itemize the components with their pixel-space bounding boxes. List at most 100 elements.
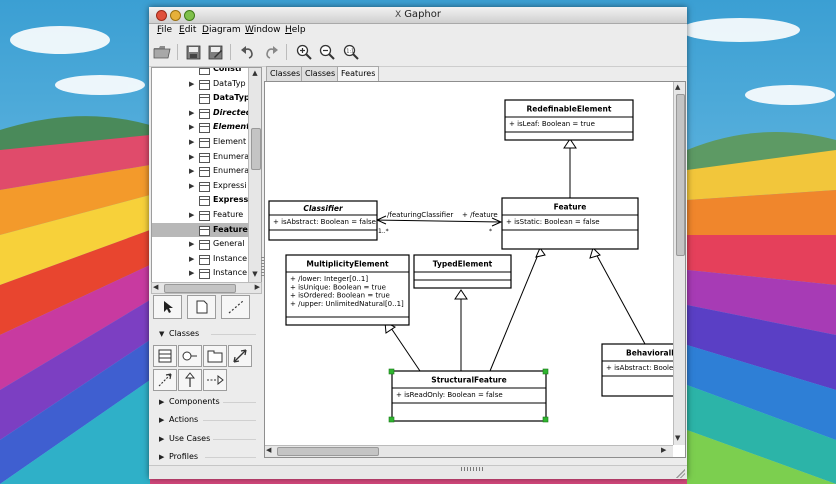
interface-tool[interactable] [178,345,202,367]
generalization-behavioral-feature[interactable] [594,251,646,345]
expander-icon[interactable]: ▶ [189,77,194,91]
tree-item-label: Instance [213,268,248,278]
dependency-tool[interactable] [153,369,177,391]
open-folder-icon[interactable] [152,42,172,62]
class-tool[interactable] [153,345,177,367]
tree-item[interactable]: ▶ Directed [152,106,251,120]
toolbox-section-components[interactable]: ▶ Components [159,397,220,406]
canvas-vertical-scrollbar[interactable]: ▲ ▼ [673,82,685,445]
tab-features[interactable]: Features [337,66,380,81]
tree-item[interactable]: Express [152,193,248,207]
tree-item[interactable]: Feature [152,222,248,237]
toolbar-separator [286,44,287,60]
tree-item[interactable]: ▶ Element [152,135,248,149]
model-tree: Constr ▶ DataTyp DataTyp ▶ Directed ▶ Element ▶ E… [151,67,262,283]
zoom-100-icon[interactable]: 1:1 [341,42,361,62]
pointer-tool[interactable] [153,295,182,319]
association-end1-label: /featuringClassifier [387,211,453,219]
uml-class-name: RedefinableElement [527,105,612,114]
uml-class-structural[interactable]: StructuralFeature + isReadOnly: Boolean =… [391,370,547,422]
tree-item[interactable]: ▶ Enumera [152,150,249,164]
association-tool[interactable] [228,345,252,367]
association-end2-label: + /feature [462,211,498,219]
uml-attribute: + isStatic: Boolean = false [506,218,600,226]
redo-icon[interactable] [261,42,281,62]
menu-bar: File Edit Diagram Window Help [149,24,687,38]
zoom-out-icon[interactable] [317,42,337,62]
undo-icon[interactable] [237,42,257,62]
uml-attribute: + isAbstract: Boolea [606,364,673,372]
uml-class-name: StructuralFeature [431,376,506,385]
expander-icon[interactable]: ▶ [189,164,194,178]
generalization-tool[interactable] [178,369,202,391]
tree-item-label: Express [213,195,249,205]
uml-attribute: + /upper: UnlimitedNatural[0..1] [290,300,404,308]
association-labels: /featuringClassifier + /feature 1..* * [378,211,498,235]
uml-attribute: + isLeaf: Boolean = true [509,120,595,128]
generalization-structural-multiplicity[interactable] [388,324,421,372]
comment-line-tool[interactable] [221,295,250,319]
uml-class-name: BehavioralF [626,349,673,358]
tree-item[interactable]: ▶ Instance [152,266,248,280]
tab-classes-1[interactable]: Classes [266,66,305,81]
diagram-canvas[interactable]: /featuringClassifier + /feature 1..* * R… [264,81,686,458]
tree-item[interactable]: ▶ Instance [152,252,248,266]
tree-item-label: General [213,239,245,249]
tree-item[interactable]: DataTyp [152,91,250,105]
uml-class-multiplicity[interactable]: MultiplicityElement + /lower: Integer[0..… [285,254,410,326]
expander-icon[interactable]: ▶ [189,179,194,193]
status-bar-grip[interactable] [461,467,485,471]
association-line[interactable] [376,219,502,223]
canvas-horizontal-scrollbar[interactable]: ◀ ▶ [265,445,673,457]
menu-edit[interactable]: Edit [179,25,196,35]
expander-icon[interactable]: ▶ [189,150,194,164]
toolbox-section-profiles[interactable]: ▶ Profiles [159,452,198,461]
expander-icon[interactable]: ▶ [189,266,194,280]
menu-diagram[interactable]: Diagram [202,25,241,35]
uml-class-feature[interactable]: Feature + isStatic: Boolean = false [501,197,639,250]
class-icon [199,240,210,251]
expander-icon[interactable]: ▶ [189,135,194,149]
tree-item[interactable]: Constr [152,68,248,76]
tree-item[interactable]: ▶ Element [152,120,250,134]
toolbox-section-actions[interactable]: ▶ Actions [159,415,198,424]
tree-item-label: Element [213,122,250,132]
tab-classes-2[interactable]: Classes [301,66,340,81]
expander-icon[interactable]: ▶ [189,106,194,120]
toolbox: ▼ Classes ▶ Components ▶ Actions ▶ Use Cases… [151,295,260,465]
save-icon[interactable] [183,42,203,62]
menu-file[interactable]: File [157,25,172,35]
class-icon [199,68,210,75]
tree-item[interactable]: ▶ General [152,237,248,251]
save-as-icon[interactable] [205,42,225,62]
uml-class-redefinable[interactable]: RedefinableElement + isLeaf: Boolean = tr… [504,99,634,141]
resize-grip-icon[interactable] [676,469,685,478]
uml-class-classifier[interactable]: Classifier + isAbstract: Boolean = false [268,200,378,241]
class-icon [199,196,210,207]
menu-help[interactable]: Help [285,25,306,35]
tree-item[interactable]: ▶ Expressi [152,179,248,193]
title-bar: X Gaphor [149,7,687,24]
menu-window[interactable]: Window [245,25,281,35]
expander-icon[interactable]: ▶ [189,252,194,266]
tree-item-label: Enumera [213,166,250,176]
tree-item[interactable]: ▶ Enumera [152,164,250,178]
tree-vertical-scrollbar[interactable]: ▲ ▼ [248,68,261,282]
uml-class-behavioral[interactable]: BehavioralF + isAbstract: Boolea [601,343,673,397]
tree-item[interactable]: ▶ Feature [152,208,248,222]
tree-item-label: Element [213,137,247,146]
uml-class-typed[interactable]: TypedElement [413,254,512,289]
tree-item[interactable]: ▶ DataTyp [152,77,248,91]
toolbox-section-classes[interactable]: ▼ Classes [159,329,199,338]
tree-horizontal-scrollbar[interactable]: ◀ ▶ [151,282,262,294]
toolbox-section-use-cases[interactable]: ▶ Use Cases [159,434,210,443]
expander-icon[interactable]: ▶ [189,237,194,251]
expander-icon[interactable]: ▶ [189,120,194,134]
toolbar-separator [230,44,231,60]
expander-icon[interactable]: ▶ [189,208,194,222]
comment-tool[interactable] [187,295,216,319]
package-tool[interactable] [203,345,227,367]
uml-attribute: + isOrdered: Boolean = true [290,292,390,300]
implementation-tool[interactable] [203,369,227,391]
zoom-in-icon[interactable] [294,42,314,62]
